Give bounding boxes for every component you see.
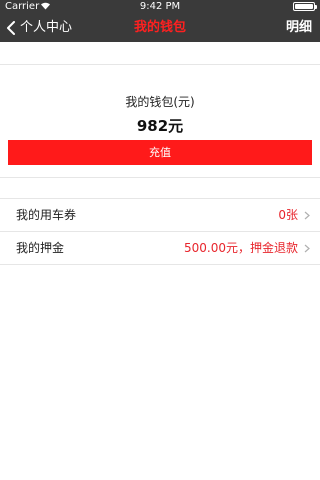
list-item-value: 0张 xyxy=(278,208,298,222)
wallet-label: 我的钱包(元) xyxy=(125,95,195,109)
wallet-balance: 982元 xyxy=(136,117,184,135)
list-item-coupons[interactable]: 我的用车券 0张 xyxy=(0,199,320,232)
chevron-right-icon xyxy=(304,211,310,220)
details-button[interactable]: 明细 xyxy=(286,14,312,42)
back-button-label: 个人中心 xyxy=(20,20,73,35)
battery-level-fill xyxy=(295,4,313,9)
list-item-label: 我的押金 xyxy=(16,241,65,255)
chevron-left-icon xyxy=(7,21,15,35)
back-button[interactable]: 个人中心 xyxy=(6,14,72,42)
battery-icon xyxy=(293,2,317,11)
chevron-right-icon xyxy=(304,244,310,253)
status-bar: Carrier 9:42 PM xyxy=(0,0,320,14)
wallet-options-list: 我的用车券 0张 我的押金 500.00元，押金退款 xyxy=(0,198,320,265)
list-item-value: 500.00元，押金退款 xyxy=(184,241,298,255)
status-time: 9:42 PM xyxy=(139,1,181,12)
list-item-deposit[interactable]: 我的押金 500.00元，押金退款 xyxy=(0,232,320,265)
recharge-button[interactable]: 充值 xyxy=(8,140,312,165)
navigation-bar: 个人中心 我的钱包 明细 xyxy=(0,14,320,42)
top-bar: Carrier 9:42 PM 个人中心 我的钱包 明细 xyxy=(0,0,320,42)
list-item-label: 我的用车券 xyxy=(16,208,77,222)
wallet-card: 我的钱包(元) 982元 充值 xyxy=(0,64,320,178)
